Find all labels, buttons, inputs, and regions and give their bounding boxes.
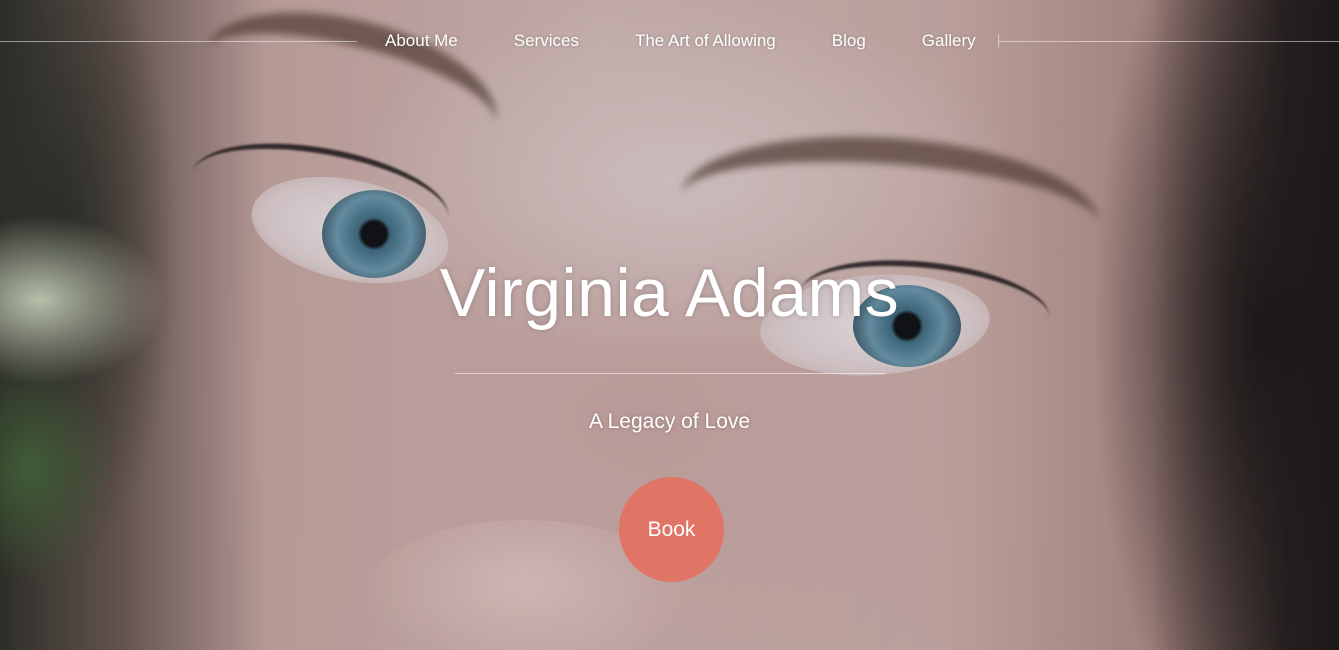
nav-item-services[interactable]: Services: [486, 31, 607, 51]
nav-item-about-me[interactable]: About Me: [357, 31, 486, 51]
page-title: Virginia Adams: [439, 255, 900, 331]
nav-item-blog[interactable]: Blog: [804, 31, 894, 51]
book-button[interactable]: Book: [619, 477, 724, 582]
nav-divider-left: [0, 41, 357, 42]
nav-item-gallery[interactable]: Gallery: [894, 31, 1004, 51]
page-subtitle: A Legacy of Love: [588, 410, 751, 433]
title-divider: [455, 373, 885, 374]
nav-divider-right: [999, 41, 1339, 42]
hero-section: About Me Services The Art of Allowing Bl…: [0, 0, 1339, 650]
nav-item-art-of-allowing[interactable]: The Art of Allowing: [607, 31, 804, 51]
main-navigation: About Me Services The Art of Allowing Bl…: [357, 28, 1004, 54]
